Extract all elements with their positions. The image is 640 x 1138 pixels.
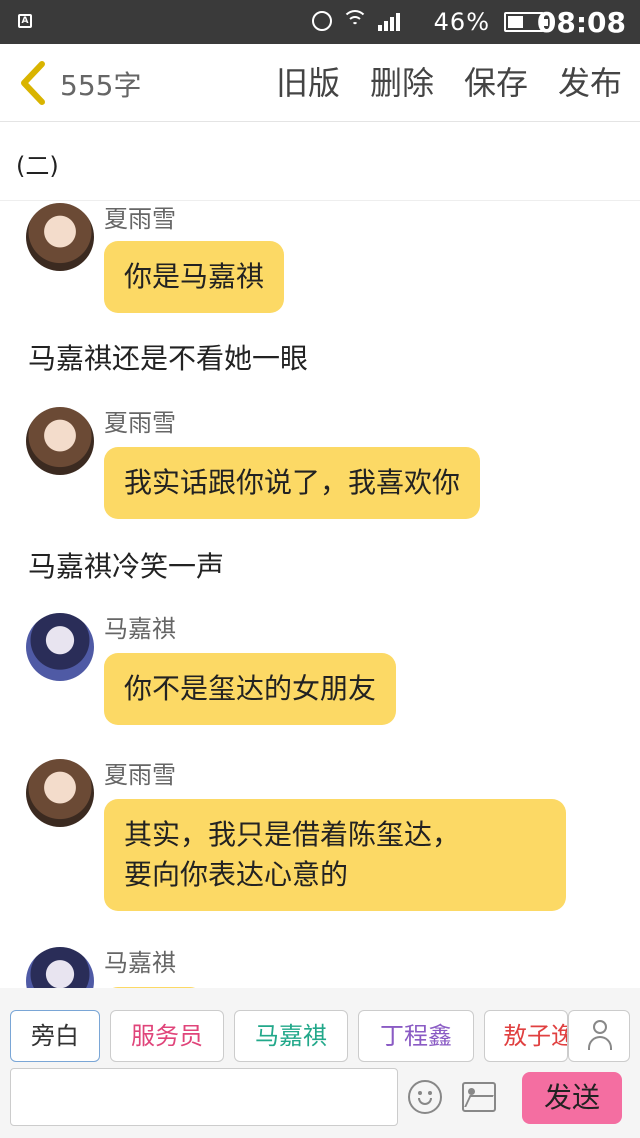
speaker-name: 马嘉祺 bbox=[104, 615, 176, 643]
speaker-name: 夏雨雪 bbox=[104, 409, 176, 437]
narration-text[interactable]: 马嘉祺冷笑一声 bbox=[28, 545, 224, 585]
editor-toolbar: 555字 旧版 删除 保存 发布 bbox=[0, 44, 640, 122]
role-label: 敖子逸 bbox=[503, 1022, 568, 1050]
battery-fill bbox=[508, 16, 523, 28]
message-input[interactable] bbox=[10, 1068, 398, 1126]
send-button[interactable]: 发送 bbox=[522, 1072, 622, 1124]
signal-icon bbox=[378, 11, 400, 31]
delete-button[interactable]: 删除 bbox=[370, 58, 434, 104]
chat-bubble-text: 其实，我只是借着陈玺达， bbox=[124, 818, 461, 851]
word-count: 555字 bbox=[60, 69, 142, 102]
chat-bubble[interactable]: 你是马嘉祺 bbox=[104, 241, 285, 313]
role-label: 马嘉祺 bbox=[255, 1022, 327, 1050]
back-button[interactable] bbox=[14, 58, 54, 108]
status-icons bbox=[312, 10, 400, 32]
role-label: 旁白 bbox=[31, 1022, 79, 1050]
smiley-icon[interactable] bbox=[408, 1080, 442, 1114]
avatar[interactable] bbox=[26, 947, 94, 988]
speaker-name: 夏雨雪 bbox=[104, 761, 176, 789]
avatar[interactable] bbox=[26, 203, 94, 271]
speaker-name: 夏雨雪 bbox=[104, 205, 176, 233]
chat-bubble[interactable]: 你不是玺达的女朋友 bbox=[104, 653, 397, 725]
avatar[interactable] bbox=[26, 759, 94, 827]
chat-bubble-text: 你不是玺达的女朋友 bbox=[124, 672, 377, 705]
old-version-button[interactable]: 旧版 bbox=[276, 58, 340, 104]
role-tab[interactable]: 马嘉祺 bbox=[234, 1010, 348, 1062]
chat-bubble-text: 你是马嘉祺 bbox=[124, 260, 265, 293]
alarm-icon bbox=[312, 11, 332, 31]
app-badge-icon: A bbox=[18, 14, 32, 28]
chat-list[interactable]: 夏雨雪 你是马嘉祺 马嘉祺还是不看她一眼 夏雨雪 我实话跟你说了，我喜欢你 马嘉… bbox=[0, 201, 640, 988]
role-tab[interactable]: 丁程鑫 bbox=[358, 1010, 474, 1062]
battery-percent: 46% bbox=[433, 8, 490, 36]
narration-text[interactable]: 马嘉祺还是不看她一眼 bbox=[28, 337, 308, 377]
composer: 旁白 服务员 马嘉祺 丁程鑫 敖子逸 发送 bbox=[0, 988, 640, 1138]
chat-bubble[interactable]: 其实，我只是借着陈玺达， 要向你表达心意的 bbox=[104, 799, 566, 911]
image-icon[interactable] bbox=[462, 1082, 496, 1112]
chevron-left-icon bbox=[21, 61, 45, 105]
avatar[interactable] bbox=[26, 407, 94, 475]
status-time: 08:08 bbox=[536, 6, 626, 39]
top-actions: 旧版 删除 保存 发布 bbox=[276, 58, 622, 104]
chapter-title[interactable]: (二) bbox=[16, 146, 59, 181]
chat-bubble-text: 要向你表达心意的 bbox=[124, 858, 349, 891]
role-tab[interactable]: 敖子逸 bbox=[484, 1010, 568, 1062]
avatar[interactable] bbox=[26, 613, 94, 681]
status-bar: A 46% 08:08 bbox=[0, 0, 640, 44]
role-label: 服务员 bbox=[131, 1022, 203, 1050]
speaker-name: 马嘉祺 bbox=[104, 949, 176, 977]
person-icon bbox=[593, 1020, 607, 1034]
role-tab[interactable]: 旁白 bbox=[10, 1010, 100, 1062]
save-button[interactable]: 保存 bbox=[464, 58, 528, 104]
role-label: 丁程鑫 bbox=[380, 1022, 452, 1050]
role-tab[interactable]: 服务员 bbox=[110, 1010, 224, 1062]
publish-button[interactable]: 发布 bbox=[558, 58, 622, 104]
chat-bubble[interactable]: 我实话跟你说了，我喜欢你 bbox=[104, 447, 481, 519]
chat-bubble-text: 我实话跟你说了，我喜欢你 bbox=[124, 466, 461, 499]
add-role-button[interactable] bbox=[568, 1010, 630, 1062]
wifi-icon bbox=[342, 10, 368, 32]
